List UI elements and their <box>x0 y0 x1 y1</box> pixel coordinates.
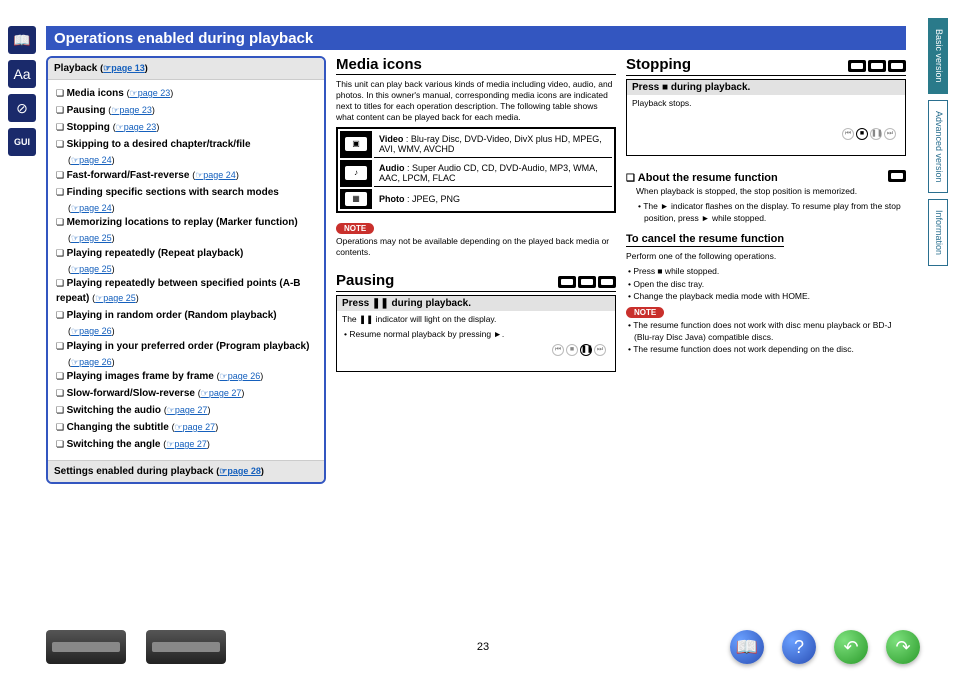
page-link[interactable]: page 27 <box>201 388 242 398</box>
page-link[interactable]: page 26 <box>71 357 112 367</box>
contents-button[interactable]: 📖 <box>730 630 764 664</box>
help-button[interactable]: ? <box>782 630 816 664</box>
book-icon[interactable]: 📖 <box>8 26 36 54</box>
center-column: Media icons This unit can play back vari… <box>336 26 616 625</box>
device-rear-icon[interactable] <box>146 630 226 664</box>
bottom-bar: 23 📖 ? ↶ ↷ <box>46 627 920 667</box>
page-link[interactable]: page 23 <box>111 105 152 115</box>
page-link[interactable]: page 23 <box>130 88 171 98</box>
media-type-icons <box>558 276 616 288</box>
cancel-resume-title: To cancel the resume function <box>626 233 784 247</box>
remote-diagram: ⏮ ■ ❚❚ ⏭ <box>548 314 610 368</box>
page-link[interactable]: page 24 <box>195 170 236 180</box>
media-icons-intro: This unit can play back various kinds of… <box>336 79 616 123</box>
toc-footer-label: Settings enabled during playback <box>54 466 213 477</box>
tab-information[interactable]: Information <box>928 199 948 266</box>
toc-footer: Settings enabled during playback (page 2… <box>48 460 324 482</box>
photo-icon <box>598 276 616 288</box>
toc-column: Playback (page 13) Media icons (page 23)… <box>46 26 326 625</box>
resume-function-title: About the resume function <box>626 172 778 184</box>
toc-box: Playback (page 13) Media icons (page 23)… <box>46 56 326 484</box>
photo-icon <box>888 60 906 72</box>
globe-icon[interactable]: ⊘ <box>8 94 36 122</box>
photo-icon: ▦ <box>340 189 372 209</box>
next-page-button[interactable]: ↷ <box>886 630 920 664</box>
stopping-press-label: Press ■ during playback. <box>627 80 905 95</box>
note-badge: NOTE <box>626 307 664 318</box>
table-row: ▦Photo : JPEG, PNG <box>340 189 612 209</box>
page-link[interactable]: page 27 <box>175 422 216 432</box>
right-column: Stopping Press ■ during playback. Playba… <box>626 26 906 625</box>
stop-button-icon: ■ <box>856 128 868 140</box>
page-link[interactable]: page 23 <box>116 122 157 132</box>
device-front-icon[interactable] <box>46 630 126 664</box>
pausing-press-label: Press ❚❚ during playback. <box>337 296 615 311</box>
page-content: Playback (page 13) Media icons (page 23)… <box>46 26 920 625</box>
nav-buttons: 📖 ? ↶ ↷ <box>730 630 920 664</box>
aa-icon[interactable]: Aa <box>8 60 36 88</box>
video-icon: ▣ <box>340 131 372 158</box>
table-row: ▣Video : Blu-ray Disc, DVD-Video, DivX p… <box>340 131 612 158</box>
page-link[interactable]: page 24 <box>71 155 112 165</box>
toc-header-label: Playback <box>54 63 97 74</box>
stopping-title: Stopping <box>626 56 691 73</box>
note-badge: NOTE <box>336 223 374 234</box>
tab-advanced-version[interactable]: Advanced version <box>928 100 948 194</box>
note-text: Operations may not be available dependin… <box>336 236 616 258</box>
stopping-box: Press ■ during playback. Playback stops.… <box>626 79 906 156</box>
device-thumbnails <box>46 630 226 664</box>
audio-icon <box>868 60 886 72</box>
page-link[interactable]: page 26 <box>220 371 261 381</box>
media-type-icons <box>848 60 906 72</box>
table-row: ♪Audio : Super Audio CD, CD, DVD-Audio, … <box>340 160 612 187</box>
audio-icon <box>578 276 596 288</box>
video-icon <box>888 170 906 182</box>
video-icon <box>558 276 576 288</box>
prev-page-button[interactable]: ↶ <box>834 630 868 664</box>
left-sidebar: 📖 Aa ⊘ GUI <box>8 26 38 156</box>
remote-diagram: ⏮ ■ ❚❚ ⏭ <box>838 98 900 152</box>
resume-text: When playback is stopped, the stop posit… <box>636 186 906 197</box>
page-number: 23 <box>477 641 489 653</box>
page-link[interactable]: page 24 <box>71 203 112 213</box>
media-icons-title: Media icons <box>336 56 616 75</box>
pausing-box: Press ❚❚ during playback. The ❚❚ indicat… <box>336 295 616 372</box>
toc-body: Media icons (page 23) Pausing (page 23) … <box>48 80 324 460</box>
video-icon <box>848 60 866 72</box>
media-table: ▣Video : Blu-ray Disc, DVD-Video, DivX p… <box>336 127 616 213</box>
pause-button-icon: ❚❚ <box>580 344 592 356</box>
page-link[interactable]: page 27 <box>167 405 208 415</box>
page-link[interactable]: page 25 <box>95 293 136 303</box>
audio-icon: ♪ <box>340 160 372 187</box>
tab-basic-version[interactable]: Basic version <box>928 18 948 94</box>
page-link[interactable]: page 13 <box>103 63 145 73</box>
right-tabs: Basic version Advanced version Informati… <box>928 18 948 266</box>
gui-icon[interactable]: GUI <box>8 128 36 156</box>
page-link[interactable]: page 26 <box>71 326 112 336</box>
page-link[interactable]: page 28 <box>219 466 261 476</box>
toc-header: Playback (page 13) <box>48 58 324 80</box>
pausing-title: Pausing <box>336 272 394 289</box>
page-link[interactable]: page 27 <box>166 439 207 449</box>
page-link[interactable]: page 25 <box>71 233 112 243</box>
page-link[interactable]: page 25 <box>71 264 112 274</box>
